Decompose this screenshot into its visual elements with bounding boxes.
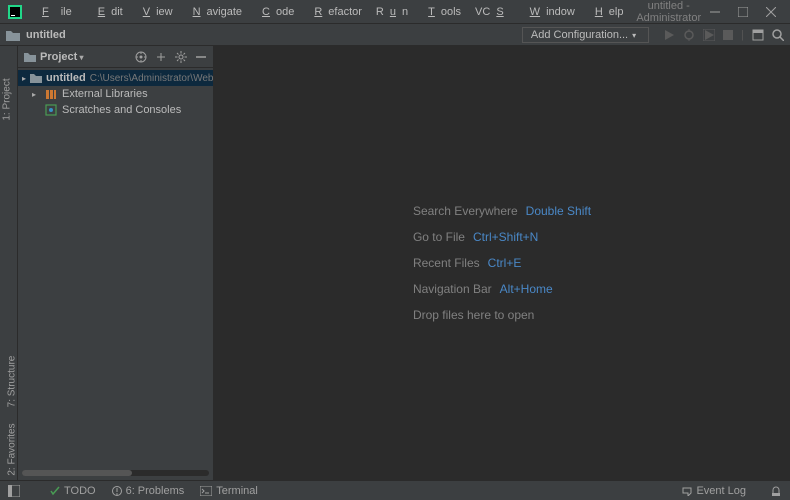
hint-navbar: Navigation Bar Alt+Home — [413, 282, 591, 296]
tree-node-path: C:\Users\Administrator\WebstormProjects — [90, 73, 213, 84]
app-icon — [8, 5, 22, 19]
project-panel-header: Project — [18, 46, 213, 68]
hint-shortcut: Double Shift — [526, 204, 591, 218]
hint-shortcut: Alt+Home — [500, 282, 553, 296]
eventlog-icon — [682, 486, 692, 496]
menu-file[interactable]: File — [30, 4, 84, 20]
tree-node-label: External Libraries — [62, 88, 148, 100]
status-label: 6: Problems — [126, 485, 185, 497]
hide-icon[interactable] — [195, 51, 207, 63]
ide-status-icon[interactable] — [768, 483, 784, 499]
status-terminal[interactable]: Terminal — [200, 485, 258, 497]
coverage-icon[interactable] — [703, 29, 715, 41]
toolbar-icons: | — [663, 29, 784, 41]
status-todo[interactable]: TODO — [50, 485, 96, 497]
menu-refactor[interactable]: Refactor — [302, 4, 368, 20]
tool-tab-structure[interactable]: 7: Structure — [6, 356, 17, 408]
window-title: untitled - Administrator — [629, 0, 708, 24]
hint-recent: Recent Files Ctrl+E — [413, 256, 591, 270]
debug-icon[interactable] — [683, 29, 695, 41]
terminal-icon — [200, 486, 212, 496]
editor-area[interactable]: Search Everywhere Double Shift Go to Fil… — [214, 46, 790, 480]
select-opened-icon[interactable] — [135, 51, 147, 63]
hint-gotofile: Go to File Ctrl+Shift+N — [413, 230, 591, 244]
tool-windows-icon[interactable] — [6, 483, 22, 499]
project-tree[interactable]: ▸ untitled C:\Users\Administrator\Websto… — [18, 68, 213, 480]
main-area: 1: Project 7: Structure 2: Favorites Pro… — [0, 46, 790, 480]
gear-icon[interactable] — [175, 51, 187, 63]
divider-icon: | — [741, 29, 744, 41]
tool-tab-project[interactable]: 1: Project — [2, 78, 13, 120]
close-button[interactable] — [764, 5, 778, 19]
chevron-right-icon[interactable]: ▸ — [22, 74, 26, 83]
status-label: Terminal — [216, 485, 258, 497]
tree-node-label: Scratches and Consoles — [62, 104, 181, 116]
project-panel-title[interactable]: Project — [40, 51, 131, 63]
folder-icon — [24, 52, 36, 62]
status-bar: TODO 6: Problems Terminal Event Log — [0, 480, 790, 500]
update-icon[interactable] — [752, 29, 764, 41]
hint-shortcut: Ctrl+Shift+N — [473, 230, 538, 244]
menu-run[interactable]: Run — [370, 4, 414, 20]
stop-icon[interactable] — [723, 29, 733, 41]
status-label: TODO — [64, 485, 96, 497]
menu-code[interactable]: Code — [250, 4, 300, 20]
title-bar: File Edit View Navigate Code Refactor Ru… — [0, 0, 790, 24]
hint-label: Search Everywhere — [413, 204, 518, 218]
hint-label: Recent Files — [413, 256, 480, 270]
status-eventlog[interactable]: Event Log — [682, 485, 746, 497]
tree-root-item[interactable]: ▸ untitled C:\Users\Administrator\Websto… — [18, 70, 213, 86]
add-configuration-button[interactable]: Add Configuration... — [522, 27, 649, 43]
main-menu: File Edit View Navigate Code Refactor Ru… — [30, 4, 629, 20]
hint-drop: Drop files here to open — [413, 308, 591, 322]
maximize-button[interactable] — [736, 5, 750, 19]
tree-node-label: untitled — [46, 72, 86, 84]
run-icon[interactable] — [663, 29, 675, 41]
menu-tools[interactable]: Tools — [416, 4, 467, 20]
hint-label: Navigation Bar — [413, 282, 492, 296]
menu-vcs[interactable]: VCS — [469, 4, 516, 20]
breadcrumb[interactable]: untitled — [26, 29, 66, 41]
hint-shortcut: Ctrl+E — [488, 256, 522, 270]
navigation-bar: untitled Add Configuration... | — [0, 24, 790, 46]
menu-view[interactable]: View — [131, 4, 179, 20]
hint-label: Drop files here to open — [413, 308, 534, 322]
project-panel: Project ▸ untitled C:\Users\Administrato… — [18, 46, 214, 480]
project-panel-tools — [135, 51, 207, 63]
library-icon — [44, 87, 58, 101]
status-problems[interactable]: 6: Problems — [112, 485, 185, 497]
folder-icon — [30, 71, 42, 85]
folder-icon — [6, 29, 20, 41]
status-bar-left: TODO 6: Problems Terminal — [50, 485, 258, 497]
scratches-icon — [44, 103, 58, 117]
hint-search: Search Everywhere Double Shift — [413, 204, 591, 218]
hint-label: Go to File — [413, 230, 465, 244]
todo-icon — [50, 486, 60, 496]
editor-hints: Search Everywhere Double Shift Go to Fil… — [413, 204, 591, 322]
tree-scratches-item[interactable]: Scratches and Consoles — [18, 102, 213, 118]
tool-tab-favorites[interactable]: 2: Favorites — [7, 423, 18, 475]
minimize-button[interactable] — [708, 5, 722, 19]
horizontal-scrollbar[interactable] — [22, 470, 209, 476]
expand-all-icon[interactable] — [155, 51, 167, 63]
menu-window[interactable]: Window — [518, 4, 581, 20]
left-tool-strip: 1: Project 7: Structure 2: Favorites — [0, 46, 18, 480]
menu-help[interactable]: Help — [583, 4, 630, 20]
menu-navigate[interactable]: Navigate — [181, 4, 248, 20]
menu-edit[interactable]: Edit — [86, 4, 129, 20]
chevron-right-icon[interactable]: ▸ — [32, 90, 40, 99]
status-label: Event Log — [696, 485, 746, 497]
problems-icon — [112, 486, 122, 496]
window-controls — [708, 5, 778, 19]
search-icon[interactable] — [772, 29, 784, 41]
tree-ext-libs-item[interactable]: ▸ External Libraries — [18, 86, 213, 102]
